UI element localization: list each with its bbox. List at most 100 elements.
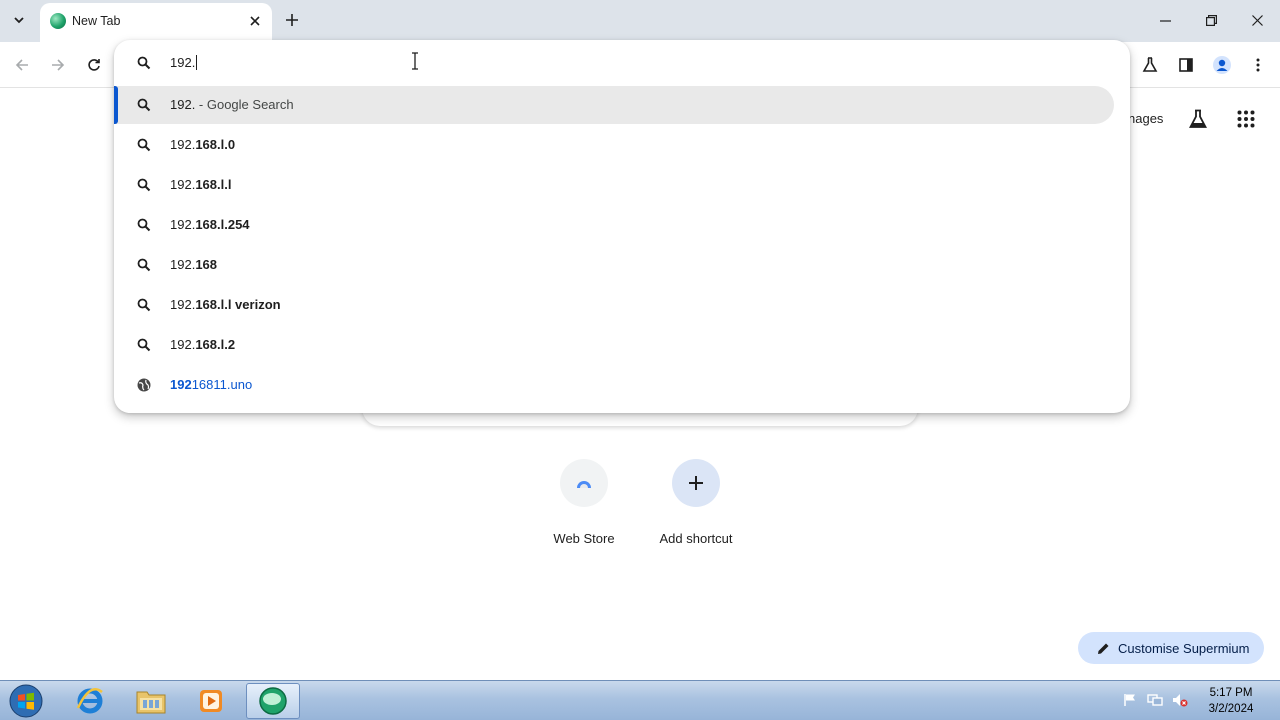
web-store-icon	[577, 481, 591, 488]
flask-icon	[1189, 109, 1207, 128]
images-link[interactable]: nages	[1128, 111, 1163, 126]
tab-strip: New Tab	[0, 0, 1280, 42]
start-button[interactable]	[6, 683, 46, 719]
chevron-down-icon	[14, 17, 24, 24]
pencil-icon	[1096, 641, 1110, 655]
suggestion-query: 192.	[170, 217, 196, 232]
media-player-icon	[200, 690, 222, 712]
omnibox-input[interactable]: 192.	[114, 40, 1130, 86]
side-panel-icon	[1179, 58, 1193, 72]
arrow-left-icon	[15, 59, 28, 71]
shortcut-icon-container	[672, 459, 720, 507]
omnibox-suggestion[interactable]: 192.168.l.254	[114, 206, 1114, 244]
back-button[interactable]	[9, 52, 35, 78]
suggestion-text: 192.168.l.0	[170, 137, 235, 152]
reload-button[interactable]	[81, 52, 107, 78]
omnibox-suggestion[interactable]: 192.168.l.0	[114, 126, 1114, 164]
profile-button[interactable]	[1209, 52, 1235, 78]
search-icon	[136, 217, 152, 233]
clock-time: 5:17 PM	[1209, 687, 1253, 699]
close-icon	[1251, 14, 1263, 26]
labs-button[interactable]	[1137, 52, 1163, 78]
more-vertical-icon	[1256, 58, 1260, 72]
menu-button[interactable]	[1245, 52, 1271, 78]
suggestion-query: 192.	[170, 177, 196, 192]
suggestion-suffix: - Google Search	[195, 97, 294, 112]
omnibox-suggestion[interactable]: 192.168.l.l verizon	[114, 286, 1114, 324]
volume-muted-icon[interactable]	[1172, 692, 1188, 708]
internet-explorer-icon	[76, 688, 103, 714]
restore-button[interactable]	[1199, 8, 1223, 32]
taskbar-file-explorer[interactable]	[124, 683, 178, 719]
search-icon	[136, 137, 152, 153]
plus-icon	[286, 14, 298, 26]
search-icon	[136, 257, 152, 273]
tab-search-button[interactable]	[6, 8, 32, 32]
suggestion-query: 192.	[170, 137, 196, 152]
system-clock[interactable]: 5:17 PM 3/2/2024	[1196, 685, 1266, 717]
apps-launcher-button[interactable]	[1234, 107, 1258, 131]
reload-icon	[88, 59, 100, 71]
close-window-button[interactable]	[1245, 8, 1269, 32]
arrow-right-icon	[52, 59, 65, 71]
suggestion-text: 192.168	[170, 257, 217, 272]
action-center-flag-icon[interactable]	[1122, 692, 1138, 708]
omnibox-suggestion[interactable]: 192.168	[114, 246, 1114, 284]
shortcut-label: Add shortcut	[659, 531, 733, 546]
minimize-icon	[1159, 19, 1171, 22]
omnibox-value: 192.	[170, 55, 196, 70]
taskbar-media-player[interactable]	[184, 683, 238, 719]
suggestion-query: 192.	[170, 297, 196, 312]
suggestion-completion: 168.l.2	[195, 337, 236, 352]
suggestion-text: 19216811.uno	[170, 377, 252, 392]
suggestion-query: 192.	[170, 97, 196, 112]
text-cursor-icon	[412, 52, 418, 70]
suggestion-query: 192.	[170, 337, 196, 352]
apps-grid-icon	[1237, 110, 1255, 128]
omnibox-text[interactable]: 192.	[170, 55, 198, 70]
customise-label: Customise Supermium	[1118, 640, 1250, 656]
tab-close-button[interactable]	[245, 11, 265, 31]
search-icon	[136, 337, 152, 353]
omnibox-dropdown: 192. 192. - Google Search 192.168.l.0 192.…	[114, 40, 1130, 413]
new-tab-button[interactable]	[281, 8, 303, 32]
search-icon	[136, 297, 152, 313]
suggestion-completion: 168.l.0	[195, 137, 236, 152]
windows-logo-icon	[9, 684, 43, 718]
search-icon	[136, 97, 152, 113]
suggestion-completion: 168	[195, 257, 218, 272]
suggestion-text: 192.168.l.l	[170, 177, 231, 192]
suggestion-text: 192.168.l.254	[170, 217, 250, 232]
plus-icon	[689, 476, 703, 490]
omnibox-suggestion[interactable]: 19216811.uno	[114, 366, 1114, 404]
customise-button[interactable]: Customise Supermium	[1078, 632, 1264, 664]
close-icon	[250, 16, 260, 26]
labs-page-button[interactable]	[1186, 107, 1210, 131]
forward-button[interactable]	[45, 52, 71, 78]
clock-date: 3/2/2024	[1208, 703, 1254, 715]
shortcut-add[interactable]: Add shortcut	[646, 459, 746, 546]
shortcut-icon-container	[560, 459, 608, 507]
suggestion-text: 192.168.l.2	[170, 337, 235, 352]
taskbar-supermium[interactable]	[246, 683, 300, 719]
supermium-logo-icon	[50, 13, 66, 29]
search-icon	[136, 177, 152, 193]
profile-avatar-icon	[1213, 56, 1231, 74]
shortcut-label: Web Store	[553, 531, 615, 546]
side-panel-button[interactable]	[1173, 52, 1199, 78]
taskbar-internet-explorer[interactable]	[63, 683, 117, 719]
search-icon	[137, 56, 151, 70]
omnibox-suggestion[interactable]: 192.168.l.2	[114, 326, 1114, 364]
shortcut-web-store[interactable]: Web Store	[534, 459, 634, 546]
tab-title: New Tab	[72, 14, 121, 28]
network-icon[interactable]	[1147, 692, 1163, 708]
suggestion-completion: 168.l.l	[195, 177, 232, 192]
omnibox-suggestion[interactable]: 192.168.l.l	[114, 166, 1114, 204]
windows-taskbar: 5:17 PM 3/2/2024	[0, 680, 1280, 720]
folder-icon	[136, 691, 166, 714]
omnibox-suggestion[interactable]: 192. - Google Search	[114, 86, 1114, 124]
tab-new-tab[interactable]: New Tab	[40, 3, 272, 42]
supermium-logo-icon	[259, 687, 287, 715]
minimize-button[interactable]	[1153, 8, 1177, 32]
suggestion-text: 192. - Google Search	[170, 97, 294, 112]
